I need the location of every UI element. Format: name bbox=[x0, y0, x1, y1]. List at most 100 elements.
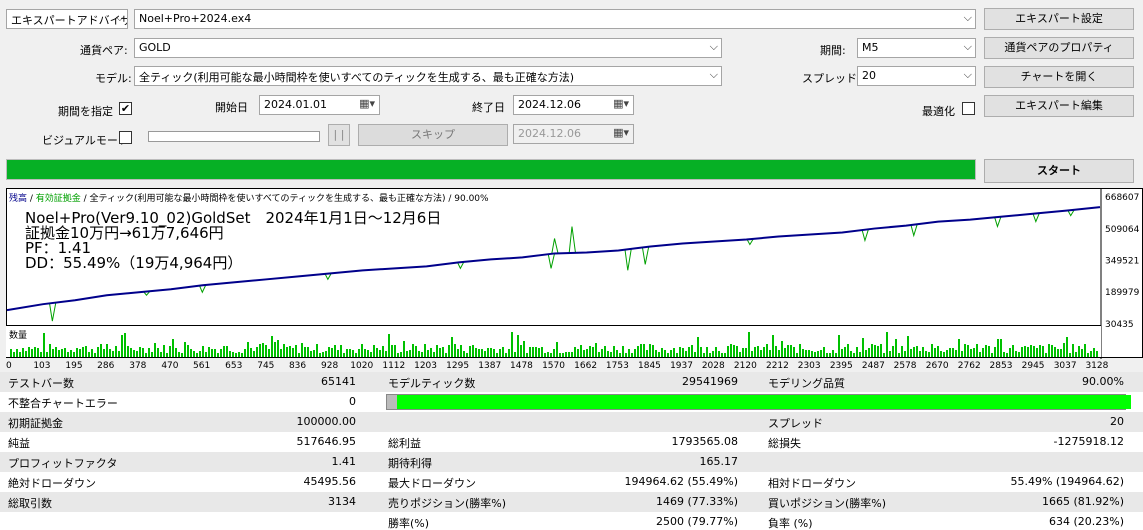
symbol-select[interactable]: GOLD ⌵ bbox=[134, 38, 722, 58]
equity-dip bbox=[861, 229, 869, 243]
skip-date-picker[interactable]: 2024.12.06 ▦▾ bbox=[513, 124, 634, 144]
volume-bar bbox=[499, 349, 501, 357]
open-chart-button[interactable]: チャートを開く bbox=[984, 66, 1134, 88]
period-value: M5 bbox=[862, 41, 879, 54]
volume-bar bbox=[412, 344, 414, 357]
volume-bar bbox=[1009, 348, 1011, 357]
volume-bar bbox=[394, 345, 396, 357]
expert-type-select[interactable]: エキスパートアドバイザ ⌵ bbox=[6, 9, 128, 29]
volume-bar bbox=[166, 353, 168, 357]
volume-bar bbox=[637, 346, 639, 357]
report-row: 絶対ドローダウン 45495.56 最大ドローダウン 194964.62 (55.49… bbox=[0, 472, 1143, 492]
expert-file-select[interactable]: Noel+Pro+2024.ex4 ⌵ bbox=[134, 9, 976, 29]
volume-bar bbox=[847, 344, 849, 357]
optimize-label: 最適化 bbox=[922, 105, 955, 118]
volume-bar bbox=[724, 353, 726, 357]
volume-bar bbox=[583, 350, 585, 357]
volume-bar bbox=[958, 339, 960, 357]
volume-bar bbox=[1066, 337, 1068, 357]
volume-bar bbox=[850, 351, 852, 357]
volume-bar bbox=[589, 346, 591, 357]
volume-bar bbox=[406, 351, 408, 357]
symbol-label: 通貨ペア: bbox=[80, 44, 128, 57]
report-value: 3134 bbox=[328, 495, 356, 508]
edit-expert-button[interactable]: エキスパート編集 bbox=[984, 95, 1134, 117]
volume-bar bbox=[349, 349, 351, 357]
volume-bar bbox=[382, 346, 384, 357]
report-label: スプレッド bbox=[768, 417, 823, 430]
report-label: 最大ドローダウン bbox=[388, 477, 476, 490]
volume-bar bbox=[37, 348, 39, 357]
report-value: 1665 (81.92%) bbox=[1041, 495, 1124, 508]
spread-select[interactable]: 20 ⌵ bbox=[857, 66, 976, 86]
volume-bar bbox=[391, 345, 393, 357]
pause-button[interactable]: | | bbox=[328, 124, 350, 146]
volume-bar bbox=[550, 353, 552, 357]
volume-bar bbox=[316, 344, 318, 357]
chevron-down-icon: ⌵ bbox=[709, 68, 718, 81]
expert-settings-button[interactable]: エキスパート設定 bbox=[984, 8, 1134, 30]
volume-bar bbox=[835, 353, 837, 357]
x-tick-label: 1478 bbox=[510, 361, 533, 371]
volume-bar bbox=[562, 353, 564, 357]
volume-bar bbox=[556, 342, 558, 357]
volume-bar bbox=[343, 353, 345, 357]
report-label: 売りポジション(勝率%) bbox=[388, 497, 507, 510]
modeling-quality-fill bbox=[397, 395, 1132, 409]
volume-bar bbox=[124, 333, 126, 357]
volume-bar bbox=[502, 347, 504, 357]
symbol-properties-button[interactable]: 通貨ペアのプロパティ bbox=[984, 37, 1134, 59]
volume-bar bbox=[73, 352, 75, 357]
report-label: 絶対ドローダウン bbox=[8, 477, 96, 490]
volume-bar bbox=[796, 353, 798, 357]
volume-bar bbox=[400, 352, 402, 357]
volume-bar bbox=[646, 350, 648, 357]
visual-speed-slider[interactable] bbox=[148, 131, 320, 142]
report-value: 65141 bbox=[321, 375, 356, 388]
volume-bar bbox=[469, 346, 471, 357]
volume-bar bbox=[199, 351, 201, 357]
volume-bar bbox=[742, 348, 744, 357]
progress-bar bbox=[6, 159, 976, 180]
volume-bar bbox=[676, 353, 678, 357]
volume-bar bbox=[772, 335, 774, 357]
volume-bar bbox=[919, 351, 921, 357]
equity-dip bbox=[568, 226, 576, 254]
report-value: 0 bbox=[349, 395, 356, 408]
date-checkbox[interactable]: ✔ bbox=[119, 102, 132, 115]
model-select[interactable]: 全ティック(利用可能な最小時間枠を使いすべてのティックを生成する、最も正確な方法… bbox=[134, 66, 722, 86]
volume-bar bbox=[778, 350, 780, 357]
period-select[interactable]: M5 ⌵ bbox=[857, 38, 976, 58]
report-row: プロフィットファクタ 1.41 期待利得 165.17 bbox=[0, 452, 1143, 472]
volume-bar bbox=[973, 348, 975, 357]
start-button[interactable]: スタート bbox=[984, 159, 1134, 183]
volume-bar bbox=[310, 351, 312, 357]
volume-bar bbox=[223, 346, 225, 357]
volume-bar bbox=[265, 345, 267, 357]
volume-bar bbox=[91, 349, 93, 357]
from-date-picker[interactable]: 2024.01.01 ▦▾ bbox=[259, 95, 380, 115]
volume-bar bbox=[529, 347, 531, 357]
volume-bar bbox=[1096, 351, 1098, 357]
volume-bar bbox=[397, 353, 399, 357]
volume-bar bbox=[190, 349, 192, 357]
volume-bar bbox=[439, 348, 441, 357]
volume-bar bbox=[616, 350, 618, 357]
visual-mode-checkbox[interactable] bbox=[119, 131, 132, 144]
volume-bar bbox=[901, 346, 903, 357]
volume-bar bbox=[631, 353, 633, 357]
report-value: 1.41 bbox=[331, 455, 357, 468]
spread-value: 20 bbox=[862, 69, 876, 82]
optimize-checkbox[interactable] bbox=[962, 102, 975, 115]
volume-bar bbox=[94, 353, 96, 357]
volume-bar bbox=[811, 351, 813, 357]
volume-bar bbox=[1012, 345, 1014, 357]
volume-bar bbox=[553, 349, 555, 357]
volume-bar bbox=[508, 349, 510, 357]
volume-bar bbox=[682, 348, 684, 357]
skip-button[interactable]: スキップ bbox=[358, 124, 508, 146]
volume-bar bbox=[571, 352, 573, 357]
volume-bar bbox=[19, 352, 21, 357]
to-date-picker[interactable]: 2024.12.06 ▦▾ bbox=[513, 95, 634, 115]
volume-bar bbox=[1021, 347, 1023, 357]
